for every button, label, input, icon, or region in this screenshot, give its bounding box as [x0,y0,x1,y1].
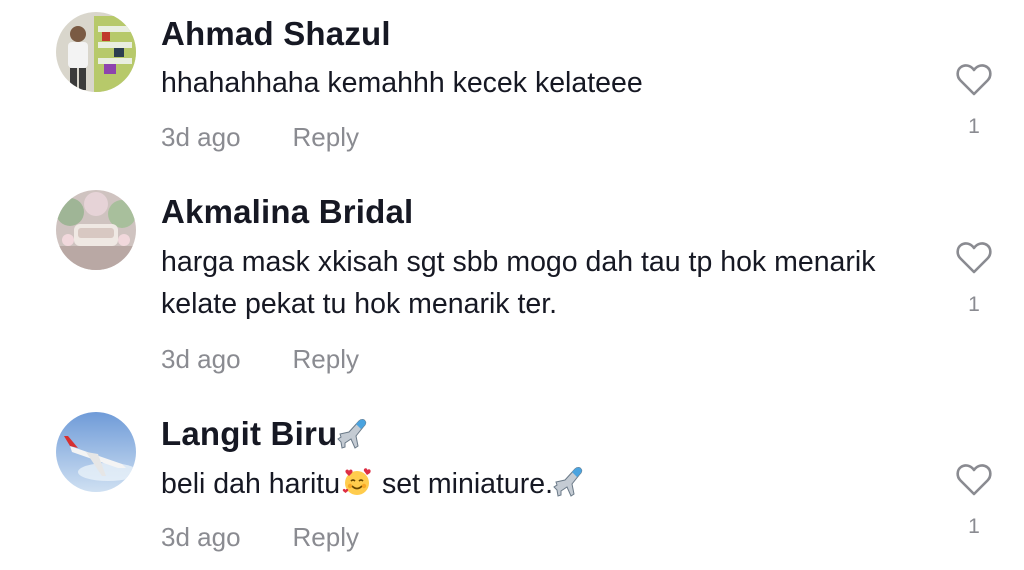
like-button[interactable] [954,460,994,500]
reply-button[interactable]: Reply [293,344,359,374]
avatar-image [56,190,136,270]
avatar[interactable] [56,190,136,270]
comment-list: Ahmad Shazul hhahahhaha kemahhh kecek ke… [0,0,1024,570]
comment-username[interactable]: Akmalina Bridal [161,192,413,232]
like-button[interactable] [954,238,994,278]
comment-timestamp: 3d ago [161,522,241,552]
comment-text: beli dah haritu set miniature. [161,463,921,505]
comment-meta: 3d ago Reply [161,520,359,554]
like-count: 1 [968,515,980,538]
heart-outline-icon [956,242,992,274]
avatar[interactable] [56,12,136,92]
smiling-face-with-hearts-emoji [342,468,371,495]
heart-outline-icon [956,64,992,96]
like-button[interactable] [954,60,994,100]
comment-username[interactable]: Langit Biru [161,414,371,454]
comment-text-part: beli dah haritu [161,468,341,500]
comment-timestamp: 3d ago [161,344,241,374]
comment-meta: 3d ago Reply [161,342,359,376]
comment-text: hhahahhaha kemahhh kecek kelateee [161,67,643,99]
airplane-emoji [553,467,583,497]
avatar-image [56,412,136,492]
comment-username[interactable]: Ahmad Shazul [161,14,391,54]
avatar-image [56,12,136,92]
heart-outline-icon [956,464,992,496]
reply-button[interactable]: Reply [293,522,359,552]
comment-text: harga mask xkisah sgt sbb mogo dah tau t… [161,246,876,320]
like-count: 1 [968,115,980,138]
comment-meta: 3d ago Reply [161,120,359,154]
username-text: Langit Biru [161,415,338,452]
like-count: 1 [968,293,980,316]
reply-button[interactable]: Reply [293,122,359,152]
avatar[interactable] [56,412,136,492]
comment-text-part: set miniature. [374,468,554,500]
airplane-emoji [337,419,367,449]
comment-timestamp: 3d ago [161,122,241,152]
